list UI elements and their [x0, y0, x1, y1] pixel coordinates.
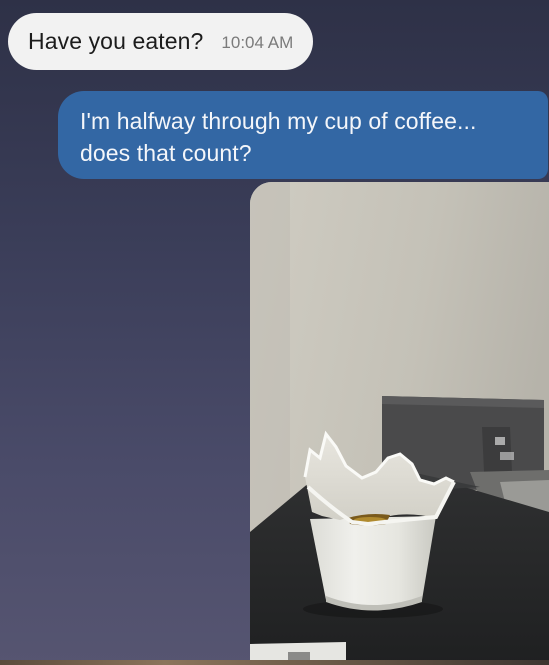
- conversation-view: Have you eaten? 10:04 AM I'm halfway thr…: [0, 0, 549, 665]
- incoming-message-text: Have you eaten?: [28, 28, 204, 54]
- outgoing-message-text: I'm halfway through my cup of coffee... …: [80, 108, 477, 166]
- photo-broken-cup: [250, 182, 549, 665]
- message-timestamp: 10:04 AM: [221, 33, 294, 52]
- outgoing-message-bubble[interactable]: I'm halfway through my cup of coffee... …: [58, 91, 548, 179]
- image-attachment[interactable]: [250, 182, 549, 665]
- photo-bottom-edge: [0, 660, 549, 665]
- incoming-message-bubble[interactable]: Have you eaten? 10:04 AM: [8, 13, 314, 70]
